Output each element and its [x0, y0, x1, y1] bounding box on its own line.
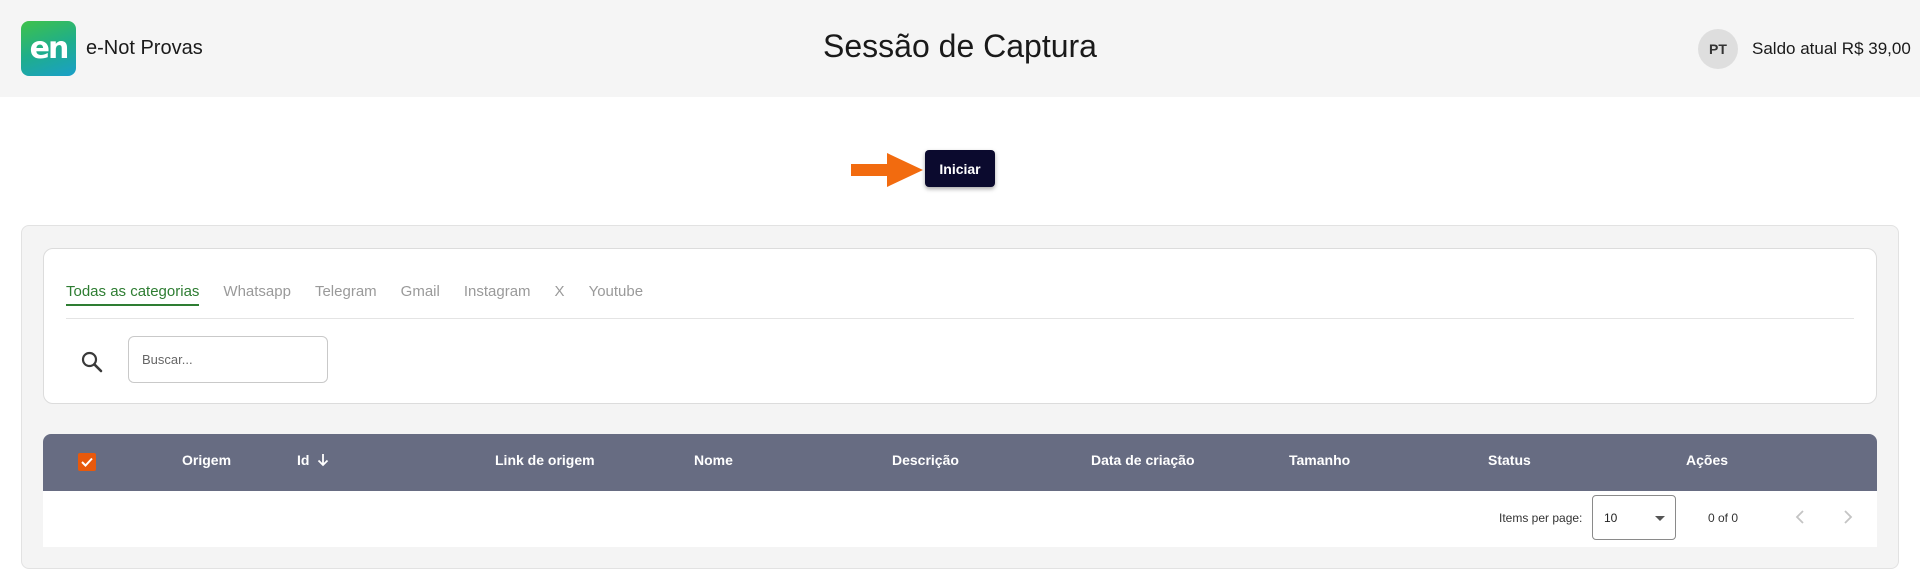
column-origem[interactable]: Origem [182, 452, 231, 468]
tab-youtube[interactable]: Youtube [589, 283, 644, 306]
items-per-page-select[interactable]: 10 [1592, 495, 1676, 540]
column-tamanho[interactable]: Tamanho [1289, 452, 1350, 468]
arrow-down-icon [318, 454, 329, 467]
tabs-divider [66, 318, 1854, 319]
select-all-checkbox[interactable] [78, 453, 96, 471]
tab-x[interactable]: X [555, 283, 565, 306]
search-input[interactable] [128, 336, 328, 383]
table-header: Origem Id Link de origem Nome Descrição … [43, 434, 1877, 491]
column-id-label: Id [297, 452, 310, 468]
paginator: Items per page: 10 0 of 0 [43, 491, 1877, 547]
arrow-right-icon [851, 153, 923, 187]
balance-text: Saldo atual R$ 39,00 [1752, 39, 1911, 58]
column-acoes: Ações [1686, 452, 1729, 468]
column-descricao[interactable]: Descrição [892, 452, 959, 468]
category-tabs: Todas as categorias Whatsapp Telegram Gm… [66, 283, 667, 306]
tab-all-categories[interactable]: Todas as categorias [66, 283, 200, 306]
tab-telegram[interactable]: Telegram [315, 283, 377, 306]
page-title: Sessão de Captura [823, 28, 1097, 64]
avatar[interactable]: PT [1698, 29, 1738, 69]
caret-down-icon [1655, 516, 1665, 521]
check-icon [81, 457, 93, 467]
column-link-de-origem[interactable]: Link de origem [495, 452, 595, 468]
column-id[interactable]: Id [297, 452, 329, 468]
column-status[interactable]: Status [1488, 452, 1531, 468]
items-per-page-value: 10 [1604, 511, 1618, 525]
column-nome[interactable]: Nome [694, 452, 733, 468]
chevron-right-icon[interactable] [1836, 505, 1860, 529]
range-label: 0 of 0 [1708, 511, 1739, 525]
search-icon[interactable] [80, 350, 104, 374]
tab-whatsapp[interactable]: Whatsapp [223, 283, 291, 306]
top-bar: en e-Not Provas Sessão de Captura PT Sal… [0, 0, 1920, 97]
tab-instagram[interactable]: Instagram [464, 283, 531, 306]
column-data-de-criacao[interactable]: Data de criação [1091, 452, 1195, 468]
items-per-page-label: Items per page: [1499, 511, 1583, 525]
chevron-left-icon[interactable] [1788, 505, 1812, 529]
start-button[interactable]: Iniciar [925, 150, 995, 187]
tab-gmail[interactable]: Gmail [401, 283, 440, 306]
filter-card: Todas as categorias Whatsapp Telegram Gm… [43, 248, 1877, 404]
